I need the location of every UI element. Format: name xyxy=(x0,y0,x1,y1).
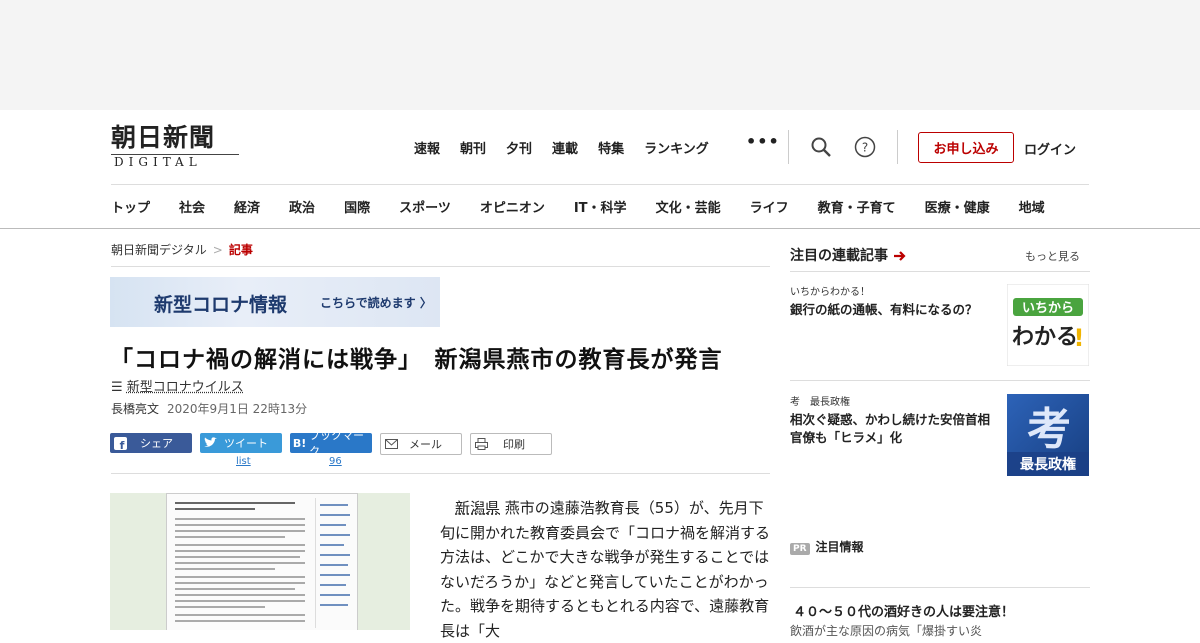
sidebar-heading: 注目の連載記事 xyxy=(790,245,907,265)
divider xyxy=(790,380,1090,381)
help-icon[interactable]: ? xyxy=(854,136,876,158)
list-icon: ☰ xyxy=(111,380,123,395)
share-facebook-button[interactable]: f シェア xyxy=(110,433,192,453)
pr-article-subtitle[interactable]: 飲酒が主な原因の病気「爆掛すい炎 xyxy=(790,622,982,639)
ad-band xyxy=(0,0,1200,110)
divider xyxy=(111,266,770,267)
breadcrumb: 朝日新聞デジタル > 記事 xyxy=(111,241,253,258)
mail-icon xyxy=(381,439,401,449)
login-link[interactable]: ログイン xyxy=(1024,139,1076,158)
category-region[interactable]: 地域 xyxy=(1019,197,1045,216)
print-icon xyxy=(471,438,491,450)
document-image xyxy=(166,493,358,630)
sidebar-article[interactable]: 考 最長政権 相次ぐ疑惑、かわし続けた安倍首相 官僚も「ヒラメ」化 考 最長政権 xyxy=(790,393,1090,476)
category-sports[interactable]: スポーツ xyxy=(399,197,451,216)
logo-jp: 朝日新聞 xyxy=(111,123,216,152)
nav-item-tokushu[interactable]: 特集 xyxy=(598,138,624,157)
pr-article-title[interactable]: ４０～５０代の酒好きの人は要注意！ xyxy=(793,601,1014,620)
share-mail-button[interactable]: メール xyxy=(380,433,462,455)
twitter-icon xyxy=(200,437,220,449)
more-menu-button[interactable]: ••• xyxy=(746,132,780,151)
category-society[interactable]: 社会 xyxy=(179,197,205,216)
category-economy[interactable]: 経済 xyxy=(234,197,260,216)
author-name: 長橋亮文 xyxy=(111,402,160,416)
site-header: 朝日新聞 DIGITAL 速報 朝刊 夕刊 連載 特集 ランキング ••• ? … xyxy=(0,110,1200,229)
category-top[interactable]: トップ xyxy=(111,197,150,216)
site-logo[interactable]: 朝日新聞 DIGITAL xyxy=(111,124,241,170)
category-education[interactable]: 教育・子育て xyxy=(818,197,896,216)
region-link[interactable]: 新潟県 xyxy=(455,499,500,517)
svg-text:最長政権: 最長政権 xyxy=(1020,456,1076,473)
print-label: 印刷 xyxy=(503,438,525,451)
nav-item-ranking[interactable]: ランキング xyxy=(644,138,709,157)
banner-link: こちらで読めます 〉 xyxy=(320,296,432,310)
share-twitter-button[interactable]: ツイート xyxy=(200,433,282,453)
category-life[interactable]: ライフ xyxy=(750,197,789,216)
svg-text:いちから: いちから xyxy=(1022,301,1074,316)
divider xyxy=(111,473,770,474)
pr-badge: PR xyxy=(790,543,810,555)
share-facebook-label: シェア xyxy=(140,437,173,450)
ichikara-wakaru-logo: いちから わかる ! xyxy=(1006,283,1090,367)
category-politics[interactable]: 政治 xyxy=(289,197,315,216)
breadcrumb-separator: > xyxy=(212,243,223,257)
topic-tag[interactable]: ☰ 新型コロナウイルス xyxy=(111,376,244,395)
byline: 長橋亮文 2020年9月1日 22時13分 xyxy=(111,400,307,417)
breadcrumb-home[interactable]: 朝日新聞デジタル xyxy=(111,243,207,257)
saichou-seiken-thumbnail: 考 最長政権 xyxy=(1007,394,1089,476)
corona-info-banner[interactable]: 新型コロナ情報 こちらで読めます 〉 xyxy=(110,277,440,327)
nav-item-yuukan[interactable]: 夕刊 xyxy=(506,138,532,157)
sidebar-article-title: 相次ぐ疑惑、かわし続けた安倍首相 官僚も「ヒラメ」化 xyxy=(790,412,1003,445)
category-health[interactable]: 医療・健康 xyxy=(925,197,990,216)
twitter-count[interactable]: list xyxy=(236,456,251,467)
category-culture[interactable]: 文化・芸能 xyxy=(656,197,721,216)
svg-text:?: ? xyxy=(862,141,868,155)
search-icon[interactable] xyxy=(810,136,832,158)
article-body-text: 燕市の遠藤浩教育長（55）が、先月下旬に開かれた教育委員会で「コロナ禍を解消する… xyxy=(440,499,771,640)
facebook-icon: f xyxy=(110,436,130,450)
nav-item-sokuho[interactable]: 速報 xyxy=(414,138,440,157)
category-international[interactable]: 国際 xyxy=(344,197,370,216)
divider xyxy=(111,184,1089,185)
category-nav: トップ 社会 経済 政治 国際 スポーツ オピニオン IT・科学 文化・芸能 ラ… xyxy=(111,197,1045,216)
publish-date: 2020年9月1日 22時13分 xyxy=(167,402,308,416)
topic-tag-label: 新型コロナウイルス xyxy=(126,380,244,395)
category-it-science[interactable]: IT・科学 xyxy=(574,197,627,216)
divider xyxy=(790,271,1090,272)
divider xyxy=(897,130,898,164)
svg-text:f: f xyxy=(119,439,124,450)
sidebar-article-title: 銀行の紙の通帳、有料になるの？ xyxy=(790,302,978,317)
svg-text:!: ! xyxy=(1074,324,1085,352)
pr-heading: PR 注目情報 xyxy=(790,538,864,555)
banner-title: 新型コロナ情報 xyxy=(154,294,288,316)
sidebar-more-link[interactable]: もっと見る xyxy=(1025,248,1080,264)
article-headline: 「コロナ禍の解消には戦争」 新潟県燕市の教育長が発言 xyxy=(110,347,723,373)
primary-nav: 速報 朝刊 夕刊 連載 特集 ランキング xyxy=(414,138,729,157)
nav-item-choukan[interactable]: 朝刊 xyxy=(460,138,486,157)
hatena-count[interactable]: 96 xyxy=(329,456,342,467)
divider xyxy=(790,587,1090,588)
chevron-right-icon: 〉 xyxy=(419,296,432,310)
svg-text:わかる: わかる xyxy=(1012,325,1078,350)
sidebar-article[interactable]: いちからわかる！ 銀行の紙の通帳、有料になるの？ いちから わかる ! xyxy=(790,283,1090,367)
hatena-bookmark-icon: B! xyxy=(292,436,307,450)
arrow-right-icon xyxy=(893,248,907,264)
share-hatena-button[interactable]: B! ブックマーク xyxy=(290,429,372,458)
share-hatena-label: ブックマーク xyxy=(309,429,365,458)
nav-item-rensai[interactable]: 連載 xyxy=(552,138,578,157)
article-body: 新潟県 燕市の遠藤浩教育長（55）が、先月下旬に開かれた教育委員会で「コロナ禍を… xyxy=(440,496,772,643)
category-opinion[interactable]: オピニオン xyxy=(480,197,545,216)
divider xyxy=(788,130,789,164)
subscribe-button[interactable]: お申し込み xyxy=(918,132,1014,163)
breadcrumb-current: 記事 xyxy=(228,243,253,257)
svg-text:考: 考 xyxy=(1027,404,1071,455)
article-photo[interactable] xyxy=(110,493,410,630)
share-mail-label: メール xyxy=(409,438,442,451)
logo-en: DIGITAL xyxy=(111,154,239,169)
share-twitter-label: ツイート xyxy=(224,437,268,450)
print-button[interactable]: 印刷 xyxy=(470,433,552,455)
